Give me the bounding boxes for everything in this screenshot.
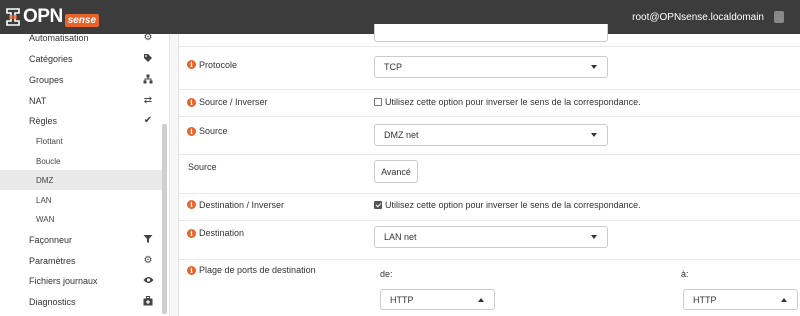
- sidebar-subitem-lan[interactable]: LAN: [0, 190, 162, 210]
- source-invert-text: Utilisez cette option pour inverser le s…: [385, 97, 641, 107]
- cogs-icon: ⚙: [143, 255, 153, 266]
- sidebar-item-label: Fichiers journaux: [29, 276, 98, 286]
- chevron-down-icon: [591, 235, 597, 239]
- sidebar-item-nat[interactable]: NAT ⇄: [0, 91, 162, 111]
- sidebar-item-label: Boucle: [36, 156, 61, 166]
- sidebar-item-label: Catégories: [29, 54, 73, 64]
- row-destination-port-range: i Plage de ports de destination de: à: H…: [179, 259, 800, 316]
- port-from-select[interactable]: HTTP: [380, 289, 495, 310]
- source-advanced-label-text: Source: [188, 162, 217, 172]
- sidebar-item-automatisation[interactable]: Automatisation ⚙: [0, 28, 162, 48]
- brand-suffix: sense: [64, 13, 100, 27]
- from-label: de:: [380, 269, 393, 279]
- row-destination: i Destination LAN net: [179, 220, 800, 259]
- info-icon[interactable]: i: [187, 265, 196, 275]
- source-invert-option[interactable]: Utilisez cette option pour inverser le s…: [374, 97, 641, 107]
- medkit-icon: [142, 296, 154, 308]
- brand-name: OPN: [23, 6, 63, 27]
- sidebar-item-categories[interactable]: Catégories: [0, 49, 162, 69]
- sidebar-item-regles[interactable]: Règles ✔: [0, 111, 162, 131]
- sidebar-item-label: Flottant: [36, 136, 63, 146]
- protocol-label-text: Protocole: [199, 59, 238, 70]
- info-icon[interactable]: i: [187, 60, 196, 69]
- row-destination-invert: i Destination / Inverser Utilisez cette …: [179, 193, 800, 220]
- sidebar-item-label: WAN: [36, 214, 55, 224]
- row-source: i Source DMZ net: [179, 116, 800, 154]
- exchange-icon: ⇄: [143, 95, 153, 106]
- sidebar-item-label: Façonneur: [29, 235, 73, 245]
- row-source-invert: i Source / Inverser Utilisez cette optio…: [179, 89, 800, 116]
- source-label: i Source: [187, 117, 228, 145]
- row-protocol: i Protocole TCP: [179, 46, 800, 81]
- sidebar-item-label: NAT: [29, 96, 47, 106]
- destination-invert-text: Utilisez cette option pour inverser le s…: [385, 200, 641, 210]
- check-icon: ✔: [143, 115, 153, 126]
- sitemap-icon: [142, 74, 154, 86]
- info-icon[interactable]: i: [187, 126, 196, 136]
- previous-field-input[interactable]: [374, 24, 608, 42]
- sidebar-item-label: Règles: [29, 116, 58, 126]
- sidebar-item-label: Diagnostics: [29, 297, 76, 307]
- port-range-label: i Plage de ports de destination: [187, 260, 316, 280]
- sidebar-subitem-wan[interactable]: WAN: [0, 209, 162, 229]
- port-range-label-text: Plage de ports de destination: [199, 265, 316, 275]
- filter-icon: [142, 234, 154, 246]
- info-icon[interactable]: i: [187, 200, 196, 209]
- sidebar-item-parametres[interactable]: Paramètres ⚙: [0, 251, 162, 271]
- destination-invert-checkbox[interactable]: [374, 201, 382, 209]
- source-value: DMZ net: [384, 130, 419, 140]
- port-to-value: HTTP: [693, 294, 717, 305]
- source-label-text: Source: [199, 126, 228, 136]
- destination-invert-label-text: Destination / Inverser: [199, 199, 285, 210]
- sidebar-subitem-dmz[interactable]: DMZ: [0, 170, 162, 190]
- sidebar-item-faconneur[interactable]: Façonneur: [0, 230, 162, 250]
- protocol-select[interactable]: TCP: [374, 56, 608, 78]
- protocol-label: i Protocole: [187, 47, 237, 82]
- source-select[interactable]: DMZ net: [374, 124, 608, 146]
- destination-label-text: Destination: [199, 228, 245, 238]
- chevron-up-icon: [478, 298, 484, 302]
- sidebar-item-fichiers-journaux[interactable]: Fichiers journaux: [0, 271, 162, 291]
- sidebar: Automatisation ⚙ Catégories Groupes NAT …: [0, 32, 170, 316]
- sidebar-item-label: Automatisation: [29, 33, 89, 43]
- source-invert-label-text: Source / Inverser: [199, 97, 268, 107]
- advanced-button[interactable]: Avancé: [374, 160, 418, 183]
- to-label: à:: [681, 269, 689, 279]
- sidebar-scrollbar[interactable]: [162, 124, 167, 314]
- menu-toggle-icon[interactable]: [774, 11, 784, 23]
- destination-invert-label: i Destination / Inverser: [187, 194, 284, 215]
- sidebar-subitem-boucle[interactable]: Boucle: [0, 151, 162, 171]
- row-source-advanced: Source Avancé: [179, 154, 800, 193]
- logo-icon: [6, 8, 20, 26]
- sidebar-item-label: DMZ: [36, 175, 54, 185]
- protocol-value: TCP: [384, 62, 402, 72]
- port-to-select[interactable]: HTTP: [683, 289, 798, 310]
- sidebar-item-groupes[interactable]: Groupes: [0, 70, 162, 90]
- source-invert-checkbox[interactable]: [374, 98, 382, 106]
- eye-icon: [142, 275, 154, 287]
- destination-invert-option[interactable]: Utilisez cette option pour inverser le s…: [374, 200, 641, 210]
- sidebar-subitem-flottant[interactable]: Flottant: [0, 131, 162, 151]
- sidebar-item-label: LAN: [36, 195, 52, 205]
- sidebar-item-label: Paramètres: [29, 256, 76, 266]
- info-icon[interactable]: i: [187, 228, 196, 238]
- info-icon[interactable]: i: [187, 97, 196, 107]
- chevron-down-icon: [591, 133, 597, 137]
- source-invert-label: i Source / Inverser: [187, 90, 268, 114]
- user-menu[interactable]: root@OPNsense.localdomain: [632, 12, 764, 23]
- rule-edit-form: i Protocole TCP i Source / Inverser Util…: [178, 24, 800, 316]
- destination-select[interactable]: LAN net: [374, 226, 608, 248]
- port-from-value: HTTP: [390, 294, 414, 305]
- chevron-down-icon: [591, 65, 597, 69]
- chevron-up-icon: [781, 298, 787, 302]
- source-advanced-label: Source: [188, 155, 217, 179]
- destination-value: LAN net: [384, 232, 417, 242]
- sidebar-item-label: Groupes: [29, 75, 64, 85]
- sidebar-item-diagnostics[interactable]: Diagnostics: [0, 292, 162, 312]
- opnsense-logo[interactable]: OPN sense: [6, 6, 100, 28]
- gear-icon: ⚙: [143, 32, 153, 43]
- destination-label: i Destination: [187, 221, 244, 245]
- tags-icon: [142, 53, 154, 65]
